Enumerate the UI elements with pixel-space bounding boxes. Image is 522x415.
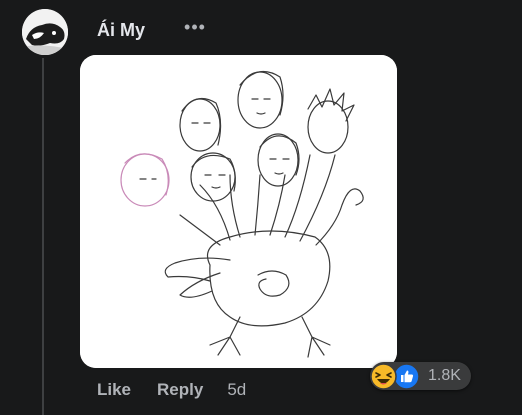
reaction-count: 1.8K (428, 367, 461, 384)
thread-line (42, 58, 44, 415)
like-icon (393, 363, 420, 390)
comment-timestamp[interactable]: 5d (227, 380, 246, 400)
reply-link[interactable]: Reply (157, 379, 203, 401)
comment-author[interactable]: Ái My (97, 19, 145, 41)
more-options-icon[interactable]: ••• (181, 18, 209, 40)
comment-image[interactable] (80, 55, 397, 368)
haha-icon (370, 363, 397, 390)
avatar-image (22, 9, 68, 55)
avatar[interactable] (22, 9, 68, 55)
like-link[interactable]: Like (97, 379, 131, 401)
hydra-sketch-image (80, 55, 397, 368)
reactions-summary[interactable]: 1.8K (370, 362, 471, 390)
comment-actions: Like Reply 5d (97, 379, 246, 401)
